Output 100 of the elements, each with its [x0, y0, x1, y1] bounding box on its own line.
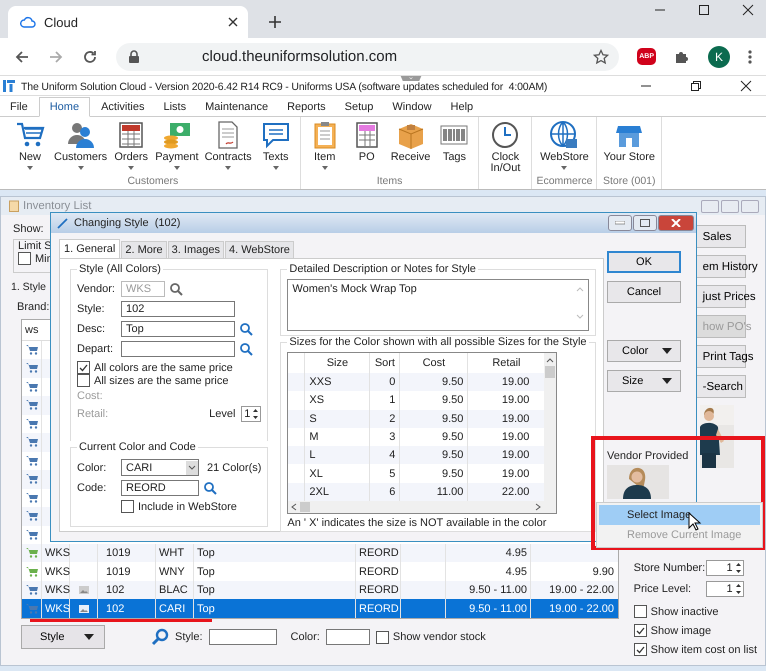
maximize-icon[interactable]	[698, 4, 710, 16]
color-dropdown[interactable]: CARI	[121, 459, 199, 476]
menu-tab[interactable]: Help	[442, 98, 482, 116]
tab[interactable]: 3. Images	[168, 241, 224, 258]
desc-label: Desc:	[77, 323, 106, 335]
checkbox[interactable]	[634, 624, 647, 637]
depart-field[interactable]	[121, 341, 235, 357]
address-field[interactable]: cloud.theuniformsolution.com	[116, 42, 620, 70]
tab[interactable]: 1. Style	[11, 279, 46, 295]
new-tab-icon[interactable]	[268, 15, 282, 29]
ribbon-button[interactable]: New	[10, 120, 50, 175]
checkbox[interactable]	[376, 630, 389, 644]
ribbon-group-label: Ecommerce	[536, 175, 592, 189]
maximize-icon	[640, 219, 650, 227]
ribbon-button[interactable]: PO	[346, 120, 387, 175]
table-row[interactable]: S 2 9.50 19.00	[288, 410, 544, 428]
close-icon[interactable]	[228, 17, 238, 27]
table-cell-text: 19.00	[500, 412, 530, 427]
restore-icon[interactable]	[690, 80, 702, 92]
desc-field[interactable]: Top	[121, 321, 235, 337]
menu-tab[interactable]: Reports	[279, 98, 334, 116]
scrollbar[interactable]	[288, 501, 544, 514]
style-menu-button[interactable]: Style	[21, 625, 105, 649]
menu-tab[interactable]: Home	[38, 97, 90, 117]
browser-tab[interactable]: Cloud	[8, 6, 248, 38]
checkbox[interactable]	[77, 361, 90, 374]
search-icon[interactable]	[169, 282, 183, 296]
caret-icon	[78, 166, 84, 170]
ribbon-button[interactable]: Payment	[153, 120, 201, 175]
notes-field[interactable]: Women's Mock Wrap Top	[287, 279, 589, 331]
tab[interactable]: 2. More	[121, 241, 167, 258]
ribbon-button[interactable]: Customers	[52, 120, 110, 175]
table-row[interactable]: XXS 0 9.50 19.00	[288, 372, 544, 392]
close-icon[interactable]	[742, 4, 754, 16]
tab[interactable]: 4. WebStore	[224, 241, 294, 258]
menu-tab[interactable]: Window	[384, 98, 440, 116]
profile-avatar[interactable]: K	[708, 46, 730, 68]
menu-button[interactable]: Color	[607, 340, 681, 362]
show-label: Show:	[13, 223, 44, 235]
price-level-spinner[interactable]: 1	[706, 581, 744, 597]
tab[interactable]: 1. General	[59, 239, 120, 258]
menu-button[interactable]: Size	[607, 370, 681, 392]
table-row[interactable]: 2XL 6 11.00 22.00	[288, 482, 544, 502]
style-field[interactable]	[208, 629, 277, 645]
ribbon-button[interactable]: Contracts	[202, 120, 254, 175]
color-field[interactable]	[326, 629, 370, 645]
close-button[interactable]	[658, 215, 694, 231]
menu-icon[interactable]	[748, 48, 752, 64]
menu-tab[interactable]: Maintenance	[197, 98, 276, 116]
ribbon-button[interactable]: Texts	[256, 120, 296, 175]
dialog-button[interactable]: Cancel	[607, 281, 681, 303]
menu-tab[interactable]: Setup	[336, 98, 382, 116]
color-count: 21 Color(s)	[207, 462, 262, 474]
cloud-icon	[20, 16, 36, 28]
checkbox[interactable]	[77, 374, 90, 387]
ribbon-button[interactable]: Tags	[434, 120, 474, 175]
ribbon-button[interactable]: Orders	[111, 120, 152, 175]
checkbox[interactable]	[18, 252, 31, 265]
maximize-button[interactable]	[633, 215, 657, 231]
dialog-button[interactable]: OK	[607, 251, 681, 273]
color-label: Color:	[77, 462, 108, 474]
caret-icon	[662, 378, 672, 384]
menu-tab[interactable]: Activities	[93, 98, 152, 116]
store-number-spinner[interactable]: 1	[706, 560, 744, 576]
table-cell: 9.50 - 11.00	[446, 599, 531, 618]
search-icon[interactable]	[239, 322, 253, 336]
reload-icon[interactable]	[82, 48, 98, 64]
minimize-button[interactable]	[608, 215, 632, 231]
scrollbar-thumb[interactable]	[300, 502, 310, 512]
scrollbar-thumb[interactable]	[545, 366, 556, 378]
checkbox-label: Show image	[650, 624, 712, 636]
ribbon-button[interactable]: Receive	[388, 120, 432, 175]
search-icon[interactable]	[239, 342, 253, 356]
checkbox[interactable]	[121, 500, 134, 513]
caret-icon	[225, 166, 232, 170]
code-field[interactable]: REORD	[121, 480, 199, 496]
table-row[interactable]: L 4 9.50 19.00	[288, 446, 544, 464]
ribbon-button[interactable]: Item	[304, 120, 345, 175]
search-icon[interactable]	[203, 481, 217, 495]
back-icon[interactable]	[14, 48, 30, 64]
table-row[interactable]: WKS 1019 WHT Top REORD 4.95	[22, 544, 618, 562]
level-spinner[interactable]: 1	[241, 406, 262, 422]
style-label: Style:	[175, 631, 203, 643]
footnote: An ' X' indicates the size is NOT available in the color	[287, 517, 548, 529]
ribbon-button[interactable]: WebStore	[538, 120, 591, 175]
ribbon-button[interactable]: Your Store	[601, 120, 658, 175]
style-field[interactable]: 102	[121, 301, 235, 317]
menu-tab[interactable]: Lists	[155, 98, 194, 116]
caret-icon	[84, 634, 94, 640]
checkbox[interactable]	[634, 643, 647, 656]
search-icon[interactable]	[151, 628, 169, 646]
star-icon[interactable]	[593, 48, 610, 64]
ribbon-button[interactable]: Clock In/Out	[483, 120, 528, 189]
vendor-label: Vendor:	[77, 283, 116, 295]
checkbox[interactable]	[634, 605, 647, 618]
lock-icon	[128, 50, 140, 64]
table-row[interactable]: WKS 102 BLAC Top REORD 9.50 - 11.00 19.00 - 22.00	[22, 580, 618, 600]
menu-tab[interactable]: File	[2, 98, 36, 116]
scrollbar[interactable]	[544, 353, 556, 513]
close-icon[interactable]	[740, 80, 752, 92]
